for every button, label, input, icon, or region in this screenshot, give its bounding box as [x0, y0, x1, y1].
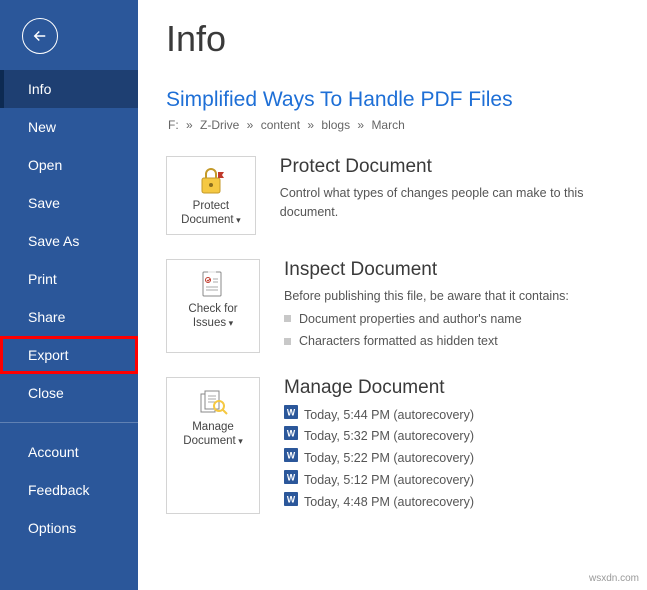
version-item[interactable]: W Today, 5:32 PM (autorecovery) — [284, 426, 474, 448]
page-title: Info — [166, 18, 627, 60]
version-text: Today, 5:32 PM (autorecovery) — [304, 426, 474, 448]
inspect-heading: Inspect Document — [284, 259, 569, 281]
inspect-section: Check for Issues ▾ Inspect Document Befo… — [166, 259, 627, 353]
documents-icon — [198, 386, 228, 418]
sidebar: Info New Open Save Save As Print Share E… — [0, 0, 138, 590]
breadcrumb-part[interactable]: content — [261, 118, 300, 132]
version-text: Today, 4:48 PM (autorecovery) — [304, 492, 474, 514]
bullet-icon — [284, 315, 291, 322]
sidebar-menu: Info New Open Save Save As Print Share E… — [0, 70, 138, 547]
protect-btn-label: Protect Document — [181, 200, 233, 226]
version-item[interactable]: W Today, 5:44 PM (autorecovery) — [284, 405, 474, 427]
list-item: Document properties and author's name — [284, 308, 569, 331]
list-item-text: Document properties and author's name — [299, 308, 522, 331]
word-file-icon: W — [284, 426, 298, 448]
protect-section: Protect Document ▾ Protect Document Cont… — [166, 156, 627, 235]
sidebar-item-account[interactable]: Account — [0, 433, 138, 471]
word-file-icon: W — [284, 470, 298, 492]
back-button[interactable] — [22, 18, 58, 54]
breadcrumb-part[interactable]: March — [371, 118, 404, 132]
list-item: Characters formatted as hidden text — [284, 330, 569, 353]
version-item[interactable]: W Today, 5:22 PM (autorecovery) — [284, 448, 474, 470]
word-file-icon: W — [284, 448, 298, 470]
sidebar-item-close[interactable]: Close — [0, 374, 138, 412]
sidebar-item-print[interactable]: Print — [0, 260, 138, 298]
manage-section: Manage Document ▾ Manage Document W Today… — [166, 377, 627, 514]
word-file-icon: W — [284, 492, 298, 514]
list-item-text: Characters formatted as hidden text — [299, 330, 498, 353]
svg-text:W: W — [287, 451, 296, 461]
check-issues-button[interactable]: Check for Issues ▾ — [166, 259, 260, 353]
breadcrumb-sep: » — [183, 118, 196, 132]
breadcrumb: F: » Z-Drive » content » blogs » March — [166, 118, 627, 132]
sidebar-divider — [0, 422, 138, 423]
versions-list: W Today, 5:44 PM (autorecovery) W Today, 5:… — [284, 405, 474, 514]
watermark: wsxdn.com — [589, 573, 639, 584]
sidebar-item-options[interactable]: Options — [0, 509, 138, 547]
version-text: Today, 5:22 PM (autorecovery) — [304, 448, 474, 470]
sidebar-item-new[interactable]: New — [0, 108, 138, 146]
sidebar-item-feedback[interactable]: Feedback — [0, 471, 138, 509]
protect-body: Control what types of changes people can… — [280, 184, 627, 222]
svg-text:W: W — [287, 495, 296, 505]
protect-heading: Protect Document — [280, 156, 627, 178]
inspect-list: Document properties and author's nameCha… — [284, 308, 569, 353]
manage-heading: Manage Document — [284, 377, 474, 399]
caret-down-icon: ▾ — [234, 215, 241, 225]
sidebar-item-share[interactable]: Share — [0, 298, 138, 336]
sidebar-item-open[interactable]: Open — [0, 146, 138, 184]
inspect-body: Before publishing this file, be aware th… — [284, 287, 569, 306]
manage-btn-label: Manage Document — [183, 421, 235, 447]
document-title: Simplified Ways To Handle PDF Files — [166, 88, 627, 112]
version-text: Today, 5:12 PM (autorecovery) — [304, 470, 474, 492]
sidebar-item-save[interactable]: Save — [0, 184, 138, 222]
breadcrumb-sep: » — [243, 118, 256, 132]
arrow-left-icon — [31, 27, 49, 45]
svg-text:W: W — [287, 429, 296, 439]
main-content: Info Simplified Ways To Handle PDF Files… — [138, 0, 647, 590]
breadcrumb-part[interactable]: Z-Drive — [200, 118, 239, 132]
breadcrumb-sep: » — [304, 118, 317, 132]
breadcrumb-sep: » — [354, 118, 367, 132]
sidebar-item-info[interactable]: Info — [0, 70, 138, 108]
caret-down-icon: ▾ — [236, 436, 243, 446]
breadcrumb-part[interactable]: blogs — [321, 118, 350, 132]
manage-info: Manage Document W Today, 5:44 PM (autorec… — [284, 377, 474, 514]
checklist-icon — [199, 268, 227, 300]
breadcrumb-part[interactable]: F: — [168, 118, 179, 132]
lock-icon — [197, 165, 225, 197]
svg-text:W: W — [287, 473, 296, 483]
word-file-icon: W — [284, 405, 298, 427]
svg-text:W: W — [287, 407, 296, 417]
protect-document-button[interactable]: Protect Document ▾ — [166, 156, 256, 235]
manage-document-button[interactable]: Manage Document ▾ — [166, 377, 260, 514]
sidebar-item-save-as[interactable]: Save As — [0, 222, 138, 260]
version-item[interactable]: W Today, 4:48 PM (autorecovery) — [284, 492, 474, 514]
back-area — [0, 0, 138, 70]
version-item[interactable]: W Today, 5:12 PM (autorecovery) — [284, 470, 474, 492]
bullet-icon — [284, 338, 291, 345]
inspect-info: Inspect Document Before publishing this … — [284, 259, 569, 353]
version-text: Today, 5:44 PM (autorecovery) — [304, 405, 474, 427]
caret-down-icon: ▾ — [226, 318, 233, 328]
sidebar-item-export[interactable]: Export — [0, 336, 138, 374]
protect-info: Protect Document Control what types of c… — [280, 156, 627, 235]
